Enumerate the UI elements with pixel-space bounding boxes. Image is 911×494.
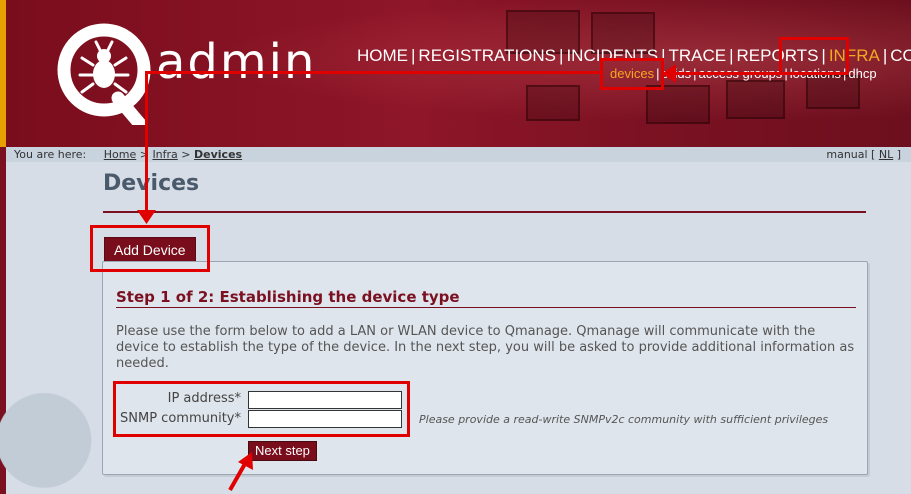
annotation-box-infra [779,37,849,75]
qadmin-logo[interactable]: admin [56,20,314,130]
nav-home[interactable]: HOME [356,46,409,65]
manual-close: ] [896,148,901,161]
background-decoration [0,360,110,494]
page-title: Devices [103,171,200,196]
decor-screen [526,85,580,121]
breadcrumb-infra-link[interactable]: Infra [152,148,177,161]
annotation-arrow-head-icon [662,64,676,83]
annotation-arrow-icon [228,452,253,491]
annotation-arrow-line [145,71,601,74]
decor-screen [646,85,710,124]
subnav-dhcp[interactable]: dhcp [848,66,876,81]
nav-registrations[interactable]: REGISTRATIONS [417,46,557,65]
step-divider [116,307,856,308]
annotation-arrow-line [145,71,148,213]
title-divider [103,211,866,213]
nav-trace[interactable]: TRACE [667,46,727,65]
breadcrumb-separator: > [181,148,191,161]
nav-config[interactable]: CONFIG [889,46,911,65]
annotation-box-devices [600,58,664,90]
bug-logo-icon [57,23,151,125]
step-title: Step 1 of 2: Establishing the device typ… [116,288,460,306]
logo-text: admin [156,34,317,90]
breadcrumb-home-link[interactable]: Home [104,148,136,161]
language-nl-link[interactable]: NL [879,148,893,161]
breadcrumb-prefix: You are here: [14,148,87,161]
annotation-box-form-fields [113,381,410,437]
snmp-hint: Please provide a read-write SNMPv2c comm… [419,413,829,426]
decor-screen [726,80,785,119]
add-device-panel: Step 1 of 2: Establishing the device typ… [102,261,868,475]
annotation-arrow-line [670,72,780,75]
breadcrumb: You are here: Home > Infra > Devices man… [6,147,911,162]
annotation-arrow-head-icon [137,210,156,224]
annotation-box-add-device [90,225,210,272]
next-step-button[interactable]: Next step [248,441,317,461]
intro-text: Please use the form below to add a LAN o… [116,324,855,371]
breadcrumb-current: Devices [194,148,243,161]
manual-label: manual [ [826,148,876,161]
